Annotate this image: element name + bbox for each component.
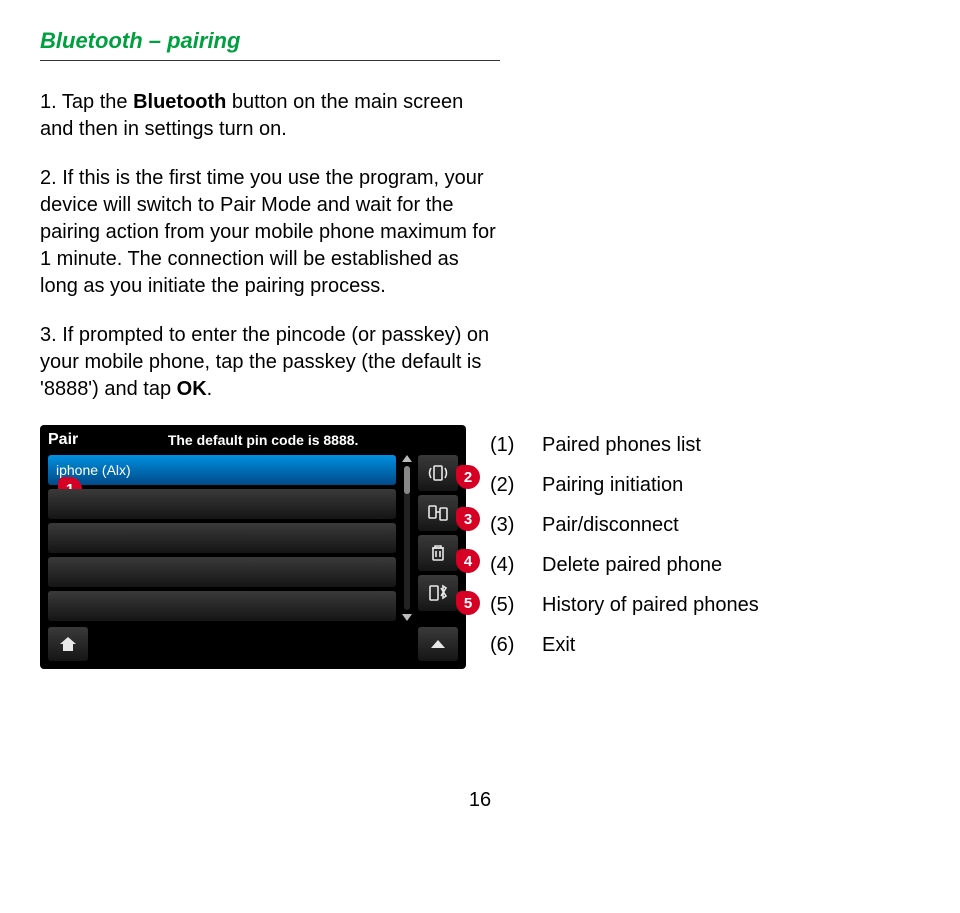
pair-phone-waves-icon xyxy=(426,461,450,485)
step-3: 3. If prompted to enter the pincode (or … xyxy=(40,322,500,403)
list-item-label: iphone (Alx) xyxy=(56,462,131,478)
step-bold: Bluetooth xyxy=(133,91,226,113)
scroll-down-icon[interactable] xyxy=(402,614,412,621)
legend-text: Pairing initiation xyxy=(542,465,683,505)
callout-badge-4: 4 xyxy=(456,549,480,573)
legend-text: Delete paired phone xyxy=(542,545,722,585)
list-item[interactable] xyxy=(48,523,396,553)
legend-text: Paired phones list xyxy=(542,425,701,465)
legend-num: (2) xyxy=(490,465,526,505)
step-1: 1. Tap the Bluetooth button on the main … xyxy=(40,89,500,143)
legend-text: History of paired phones xyxy=(542,585,759,625)
step-text: If prompted to enter the pincode (or pas… xyxy=(40,324,489,400)
legend-item: (6) Exit xyxy=(490,625,759,665)
text-column: 1. Tap the Bluetooth button on the main … xyxy=(40,89,500,403)
legend-list: (1) Paired phones list (2) Pairing initiat… xyxy=(490,425,759,665)
legend-num: (6) xyxy=(490,625,526,665)
legend-item: (1) Paired phones list xyxy=(490,425,759,465)
callout-badge-5: 5 xyxy=(456,591,480,615)
device-screenshot: Pair The default pin code is 8888. iphon… xyxy=(40,425,466,669)
legend-num: (3) xyxy=(490,505,526,545)
history-button[interactable] xyxy=(418,575,458,611)
legend-num: (4) xyxy=(490,545,526,585)
chevron-up-icon xyxy=(428,634,448,654)
step-num: 3. xyxy=(40,324,57,346)
list-item-selected[interactable]: iphone (Alx) 1 xyxy=(48,455,396,485)
legend-item: (3) Pair/disconnect xyxy=(490,505,759,545)
callout-badge-2: 2 xyxy=(456,465,480,489)
device-title: Pair xyxy=(48,431,78,449)
scroll-up-icon[interactable] xyxy=(402,455,412,462)
collapse-button[interactable] xyxy=(418,627,458,661)
step-bold: OK xyxy=(177,378,207,400)
legend-text: Exit xyxy=(542,625,575,665)
pairing-initiation-button[interactable] xyxy=(418,455,458,491)
legend-num: (5) xyxy=(490,585,526,625)
list-scrollbar[interactable] xyxy=(402,455,412,621)
section-heading: Bluetooth – pairing xyxy=(40,28,920,54)
page-number: 16 xyxy=(40,789,920,812)
list-item[interactable] xyxy=(48,557,396,587)
paired-list: iphone (Alx) 1 xyxy=(48,455,396,621)
legend-item: (2) Pairing initiation xyxy=(490,465,759,505)
scroll-track[interactable] xyxy=(404,466,410,610)
delete-paired-button[interactable] xyxy=(418,535,458,571)
legend-item: (5) History of paired phones xyxy=(490,585,759,625)
step-text: If this is the first time you use the pr… xyxy=(40,167,496,297)
step-text: . xyxy=(207,378,213,400)
step-text: Tap the xyxy=(62,91,133,113)
home-icon xyxy=(57,633,79,655)
section-rule xyxy=(40,60,500,61)
step-num: 2. xyxy=(40,167,57,189)
legend-item: (4) Delete paired phone xyxy=(490,545,759,585)
step-num: 1. xyxy=(40,91,57,113)
callout-badge-3: 3 xyxy=(456,507,480,531)
list-item[interactable] xyxy=(48,591,396,621)
home-button[interactable] xyxy=(48,627,88,661)
device-subtitle: The default pin code is 8888. xyxy=(168,432,359,448)
legend-num: (1) xyxy=(490,425,526,465)
trash-icon xyxy=(427,542,449,564)
scroll-thumb[interactable] xyxy=(404,466,410,494)
legend-text: Pair/disconnect xyxy=(542,505,679,545)
step-2: 2. If this is the first time you use the… xyxy=(40,165,500,300)
pair-disconnect-button[interactable] xyxy=(418,495,458,531)
phones-link-icon xyxy=(426,501,450,525)
list-item[interactable] xyxy=(48,489,396,519)
phone-bluetooth-icon xyxy=(426,581,450,605)
side-buttons xyxy=(418,455,458,621)
